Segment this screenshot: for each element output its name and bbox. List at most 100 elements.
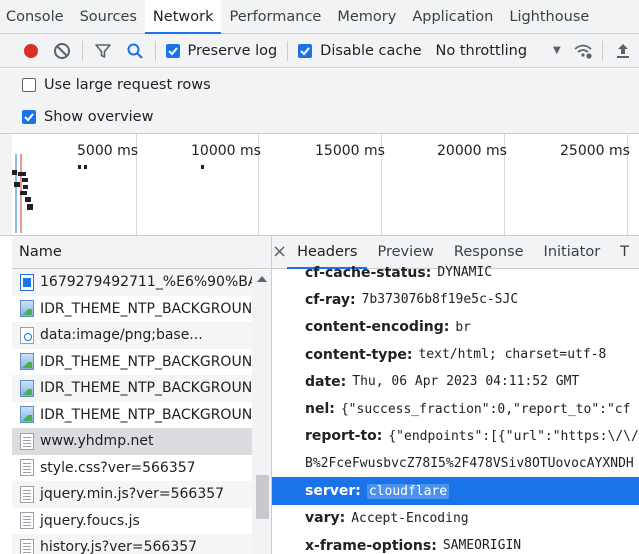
data-uri-icon (20, 326, 34, 344)
header-value: SAMEORIGIN (442, 538, 522, 554)
document-icon (20, 459, 34, 477)
header-value: text/html; charset=utf-8 (418, 347, 607, 363)
network-conditions-button[interactable] (567, 34, 599, 68)
document-icon (20, 538, 34, 554)
header-key: server: (305, 483, 361, 500)
request-row-selected[interactable]: www.yhdmp.net (12, 428, 252, 455)
tab-performance[interactable]: Performance (221, 0, 329, 33)
request-name: jquery.min.js?ver=566357 (40, 486, 225, 503)
request-list-scrollbar[interactable] (252, 270, 271, 554)
header-key: x-frame-options: (305, 537, 437, 554)
header-row-continuation[interactable]: B%2FceFwusbvcZ78I5%2F478VSiv8OTUovocAYXN… (272, 450, 639, 477)
preserve-log-checkbox[interactable]: Preserve log (165, 42, 278, 59)
header-value: {"endpoints":[{"url":"https:\/\/a (388, 428, 639, 444)
checkbox-checked-icon (22, 110, 36, 124)
header-row[interactable]: vary: Accept-Encoding (272, 505, 639, 532)
large-rows-option[interactable]: Use large request rows (0, 69, 639, 101)
request-name: data:image/png;base... (40, 327, 203, 344)
request-row[interactable]: IDR_THEME_NTP_BACKGROUN. (12, 349, 252, 376)
network-toolbar: Preserve log Disable cache No throttling… (0, 34, 639, 68)
clear-icon (54, 42, 71, 59)
request-row[interactable]: history.js?ver=566357 (12, 534, 252, 554)
disable-cache-label: Disable cache (320, 42, 422, 59)
image-icon (20, 379, 34, 397)
clear-button[interactable] (47, 34, 79, 68)
header-row[interactable]: date: Thu, 06 Apr 2023 04:11:52 GMT (272, 368, 639, 395)
header-value: {"success_fraction":0,"report_to":"cf (340, 401, 631, 417)
filter-button[interactable] (87, 34, 119, 68)
large-rows-label: Use large request rows (44, 77, 211, 93)
throttling-select[interactable]: No throttling ▼ (436, 43, 561, 59)
header-row[interactable]: report-to: {"endpoints":[{"url":"https:\/… (272, 423, 639, 450)
upload-icon (617, 43, 630, 58)
throttling-value: No throttling (435, 42, 528, 59)
tab-console[interactable]: Console (0, 0, 72, 33)
search-button[interactable] (119, 34, 151, 68)
request-name: jquery.foucs.js (40, 512, 140, 529)
show-overview-label: Show overview (44, 109, 154, 125)
header-value: Thu, 06 Apr 2023 04:11:52 GMT (352, 374, 580, 390)
request-row[interactable]: style.css?ver=566357 (12, 455, 252, 482)
header-row[interactable]: x-frame-options: SAMEORIGIN (272, 532, 639, 554)
tab-lighthouse[interactable]: Lighthouse (501, 0, 597, 33)
header-row[interactable]: cf-ray: 7b373076b8f19e5c-SJC (272, 286, 639, 313)
preserve-log-label: Preserve log (187, 42, 278, 59)
checkbox-checked-icon (298, 43, 313, 58)
checkbox-checked-icon (165, 43, 180, 58)
header-key: content-encoding: (305, 319, 450, 336)
request-row[interactable]: IDR_THEME_NTP_BACKGROUN. (12, 402, 252, 429)
request-name: style.css?ver=566357 (40, 459, 196, 476)
request-row[interactable]: data:image/png;base... (12, 322, 252, 349)
toolbar-divider (602, 40, 604, 61)
request-row[interactable]: IDR_THEME_NTP_BACKGROUN. (12, 296, 252, 323)
request-row[interactable]: jquery.foucs.js (12, 508, 252, 535)
header-value: br (455, 319, 471, 335)
header-value: Accept-Encoding (351, 510, 469, 526)
column-header-name[interactable]: Name (12, 236, 271, 269)
document-icon (20, 432, 34, 450)
record-button[interactable] (15, 34, 47, 68)
disable-cache-checkbox[interactable]: Disable cache (298, 42, 422, 59)
document-icon (20, 485, 34, 503)
header-key: report-to: (305, 428, 383, 445)
request-row[interactable]: 1679279492711_%E6%90%BA% (12, 269, 252, 296)
request-row[interactable]: IDR_THEME_NTP_BACKGROUN. (12, 375, 252, 402)
toolbar-divider (287, 40, 289, 61)
overview-request-bars (12, 154, 204, 233)
header-key: cf-ray: (305, 291, 356, 308)
tab-memory[interactable]: Memory (329, 0, 404, 33)
request-name: history.js?ver=566357 (40, 539, 198, 554)
tab-application[interactable]: Application (404, 0, 501, 33)
image-icon (20, 353, 34, 371)
document-icon (20, 512, 34, 530)
request-list: Name 1679279492711_%E6%90%BA% IDR_THEME_… (12, 236, 272, 554)
header-row-selected[interactable]: server: cloudflare (272, 477, 639, 505)
request-name: IDR_THEME_NTP_BACKGROUN. (40, 353, 252, 370)
image-icon (20, 406, 34, 424)
header-row[interactable]: cf-cache-status: DYNAMIC (272, 259, 639, 286)
search-icon (127, 43, 143, 59)
import-har-button[interactable] (607, 34, 639, 68)
image-blue-icon (20, 273, 34, 291)
request-details: × Headers Preview Response Initiator T c… (272, 236, 639, 554)
tab-network[interactable]: Network (144, 0, 222, 34)
wifi-gear-icon (573, 44, 592, 59)
scroll-up-arrow-icon[interactable] (257, 276, 267, 282)
request-row[interactable]: jquery.min.js?ver=566357 (12, 481, 252, 508)
header-row[interactable]: content-encoding: br (272, 314, 639, 341)
header-key: cf-cache-status: (305, 264, 432, 281)
request-name: IDR_THEME_NTP_BACKGROUN. (40, 406, 252, 423)
header-row[interactable]: nel: {"success_fraction":0,"report_to":"c… (272, 395, 639, 422)
request-name: IDR_THEME_NTP_BACKGROUN. (40, 300, 252, 317)
scrollbar-thumb[interactable] (256, 475, 269, 519)
request-name: 1679279492711_%E6%90%BA% (40, 274, 252, 291)
header-value: 7b373076b8f19e5c-SJC (361, 292, 519, 308)
header-row[interactable]: content-type: text/html; charset=utf-8 (272, 341, 639, 368)
network-overview[interactable]: 5000 ms 10000 ms 15000 ms 20000 ms 25000… (0, 133, 639, 236)
tab-sources[interactable]: Sources (72, 0, 145, 33)
devtools-main-tabs: Console Sources Network Performance Memo… (0, 0, 639, 34)
record-icon (23, 43, 38, 58)
show-overview-option[interactable]: Show overview (0, 101, 639, 133)
header-key: content-type: (305, 346, 413, 363)
header-value: cloudflare (366, 483, 450, 499)
